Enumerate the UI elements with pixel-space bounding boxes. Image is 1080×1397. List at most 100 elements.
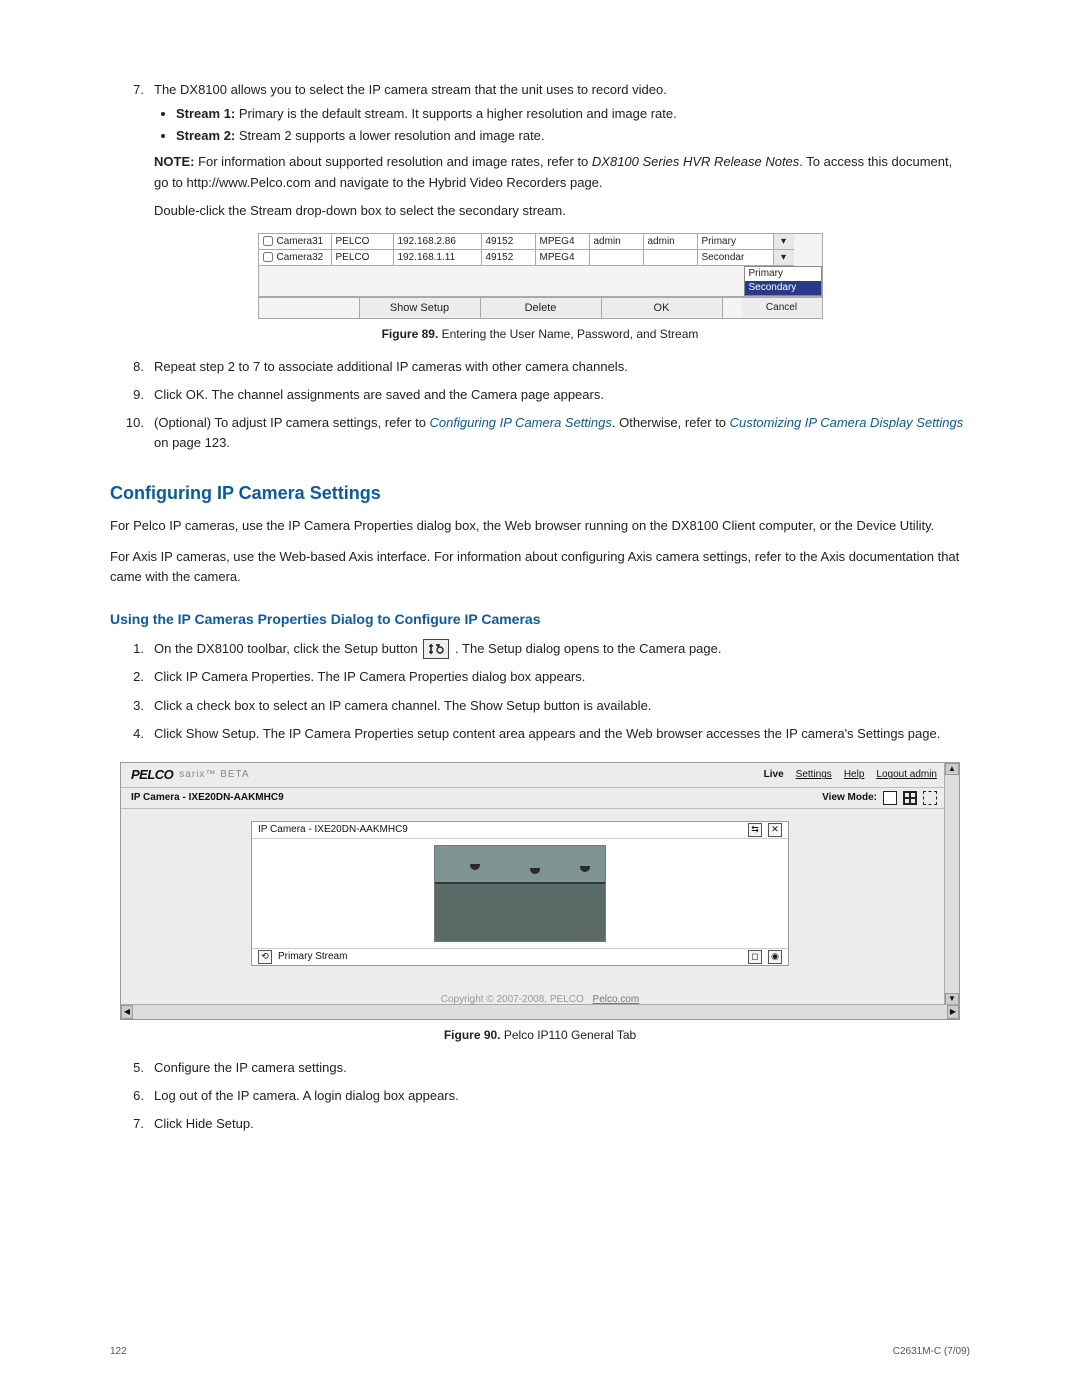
row1-port: 49152 [481,234,535,250]
nav-live[interactable]: Live [764,769,784,780]
table-row[interactable]: Camera32 PELCO 192.168.1.11 49152 MPEG4 … [259,250,822,266]
vertical-scrollbar[interactable]: ▲ ▼ [944,763,959,1005]
step-7-number: 7. [110,80,154,193]
heading-using-ip-cam-properties: Using the IP Cameras Properties Dialog t… [110,611,970,627]
viewmode-single-icon[interactable] [883,791,897,805]
proc-step-6-text: Log out of the IP camera. A login dialog… [154,1086,970,1106]
heading-configuring-ip-camera-settings: Configuring IP Camera Settings [110,483,970,504]
ok-button[interactable]: OK [602,298,723,318]
panel-settings-icon[interactable]: ⇆ [748,823,762,837]
row2-checkbox[interactable] [263,252,273,262]
proc-step-3-number: 3. [110,696,154,716]
proc-step-1-a: On the DX8100 toolbar, click the Setup b… [154,641,421,656]
proc-step-2-text: Click IP Camera Properties. The IP Camer… [154,667,970,687]
stream-option-secondary[interactable]: Secondary [745,281,821,295]
para-pelco: For Pelco IP cameras, use the IP Camera … [110,516,970,536]
proc-step-4-number: 4. [110,724,154,744]
figure-89-num: Figure 89. [382,327,439,341]
scroll-left-icon[interactable]: ◀ [121,1005,133,1019]
video-preview [434,845,606,942]
row2-stream-dropdown-icon[interactable]: ▾ [773,250,794,266]
table-row[interactable]: Camera31 PELCO 192.168.2.86 49152 MPEG4 … [259,234,822,250]
proc-step-1-number: 1. [110,639,154,660]
brand-area: PELCO sarix™ BETA [131,767,250,782]
nav-help[interactable]: Help [844,769,865,780]
figure-90-title: Pelco IP110 General Tab [501,1028,637,1042]
row1-checkbox[interactable] [263,236,273,246]
row2-stream[interactable]: Secondar [697,250,773,266]
show-setup-button[interactable]: Show Setup [360,298,481,318]
step-8-number: 8. [110,357,154,377]
proc-step-3-text: Click a check box to select an IP camera… [154,696,970,716]
page-number: 122 [110,1346,127,1357]
setup-icon[interactable] [423,639,449,659]
proc-step-5-number: 5. [110,1058,154,1078]
figure-90-caption: Figure 90. Pelco IP110 General Tab [110,1028,970,1042]
row2-ip: 192.168.1.11 [393,250,481,266]
figure-89-panel: Camera31 PELCO 192.168.2.86 49152 MPEG4 … [258,233,823,319]
stream-dropdown-menu[interactable]: Primary Secondary [744,266,822,296]
figure-89-caption: Figure 89. Entering the User Name, Passw… [110,327,970,341]
step-10-text-c: on page 123. [154,435,230,450]
snapshot-icon[interactable]: ◉ [768,950,782,964]
nav-settings[interactable]: Settings [796,769,832,780]
row2-make: PELCO [331,250,393,266]
link-configuring-ip-camera-settings[interactable]: Configuring IP Camera Settings [430,415,612,430]
cancel-button[interactable]: Cancel [742,298,822,318]
scroll-up-icon[interactable]: ▲ [945,763,959,775]
figure-90-panel: PELCO sarix™ BETA Live Settings Help Log… [120,762,960,1020]
step-10-number: 10. [110,413,154,453]
stream-option-primary[interactable]: Primary [745,267,821,281]
viewmode-label: View Mode: [822,792,877,803]
step7-tail-para: Double-click the Stream drop-down box to… [154,201,970,221]
popout-icon[interactable]: ◻ [748,950,762,964]
sub-title: IP Camera - IXE20DN-AAKMHC9 [131,792,284,803]
row1-ip: 192.168.2.86 [393,234,481,250]
step-7-text: The DX8100 allows you to select the IP c… [154,82,667,97]
row2-pw[interactable] [643,250,697,266]
video-panel: IP Camera - IXE20DN-AAKMHC9 ⇆ ✕ ⟲ Primar… [251,821,789,966]
panel-title: IP Camera - IXE20DN-AAKMHC9 [258,824,408,835]
row1-stream-dropdown-icon[interactable]: ▾ [773,234,794,250]
row2-codec: MPEG4 [535,250,589,266]
step-8-text: Repeat step 2 to 7 to associate addition… [154,357,970,377]
row2-port: 49152 [481,250,535,266]
note-doc-title: DX8100 Series HVR Release Notes [592,154,799,169]
row2-user[interactable] [589,250,643,266]
brand-tag: sarix™ BETA [179,769,249,780]
proc-step-4-text: Click Show Setup. The IP Camera Properti… [154,724,970,744]
row1-name: Camera31 [277,236,324,247]
note-label: NOTE: [154,154,194,169]
panel-close-icon[interactable]: ✕ [768,823,782,837]
proc-step-1-b: . The Setup dialog opens to the Camera p… [455,641,721,656]
row1-stream[interactable]: Primary [697,234,773,250]
note-text-1: For information about supported resoluti… [194,154,591,169]
row1-codec: MPEG4 [535,234,589,250]
step-10-text-a: (Optional) To adjust IP camera settings,… [154,415,430,430]
step-10-text-b: . Otherwise, refer to [612,415,730,430]
note-block: NOTE: For information about supported re… [154,152,970,192]
figure-89-title: Entering the User Name, Password, and St… [438,327,698,341]
bullet-stream1: Stream 1: Primary is the default stream.… [176,104,970,124]
bullet-stream2-label: Stream 2: [176,128,235,143]
bullet-stream2-text: Stream 2 supports a lower resolution and… [235,128,544,143]
scroll-right-icon[interactable]: ▶ [947,1005,959,1019]
horizontal-scrollbar[interactable]: ◀ ▶ [121,1004,959,1019]
row1-pw[interactable]: admin [643,234,697,250]
viewmode-grid-icon[interactable] [903,791,917,805]
bullet-stream1-text: Primary is the default stream. It suppor… [235,106,677,121]
row1-make: PELCO [331,234,393,250]
link-customizing-ip-camera-display-settings[interactable]: Customizing IP Camera Display Settings [730,415,964,430]
delete-button[interactable]: Delete [481,298,602,318]
nav-logout[interactable]: Logout admin [876,769,937,780]
viewmode-full-icon[interactable] [923,791,937,805]
proc-step-7-number: 7. [110,1114,154,1134]
proc-step-2-number: 2. [110,667,154,687]
para-axis: For Axis IP cameras, use the Web-based A… [110,547,970,587]
proc-step-7-text: Click Hide Setup. [154,1114,970,1134]
stream-toggle-icon[interactable]: ⟲ [258,950,272,964]
step-9-number: 9. [110,385,154,405]
row1-user[interactable]: admin [589,234,643,250]
bullet-stream1-label: Stream 1: [176,106,235,121]
proc-step-6-number: 6. [110,1086,154,1106]
